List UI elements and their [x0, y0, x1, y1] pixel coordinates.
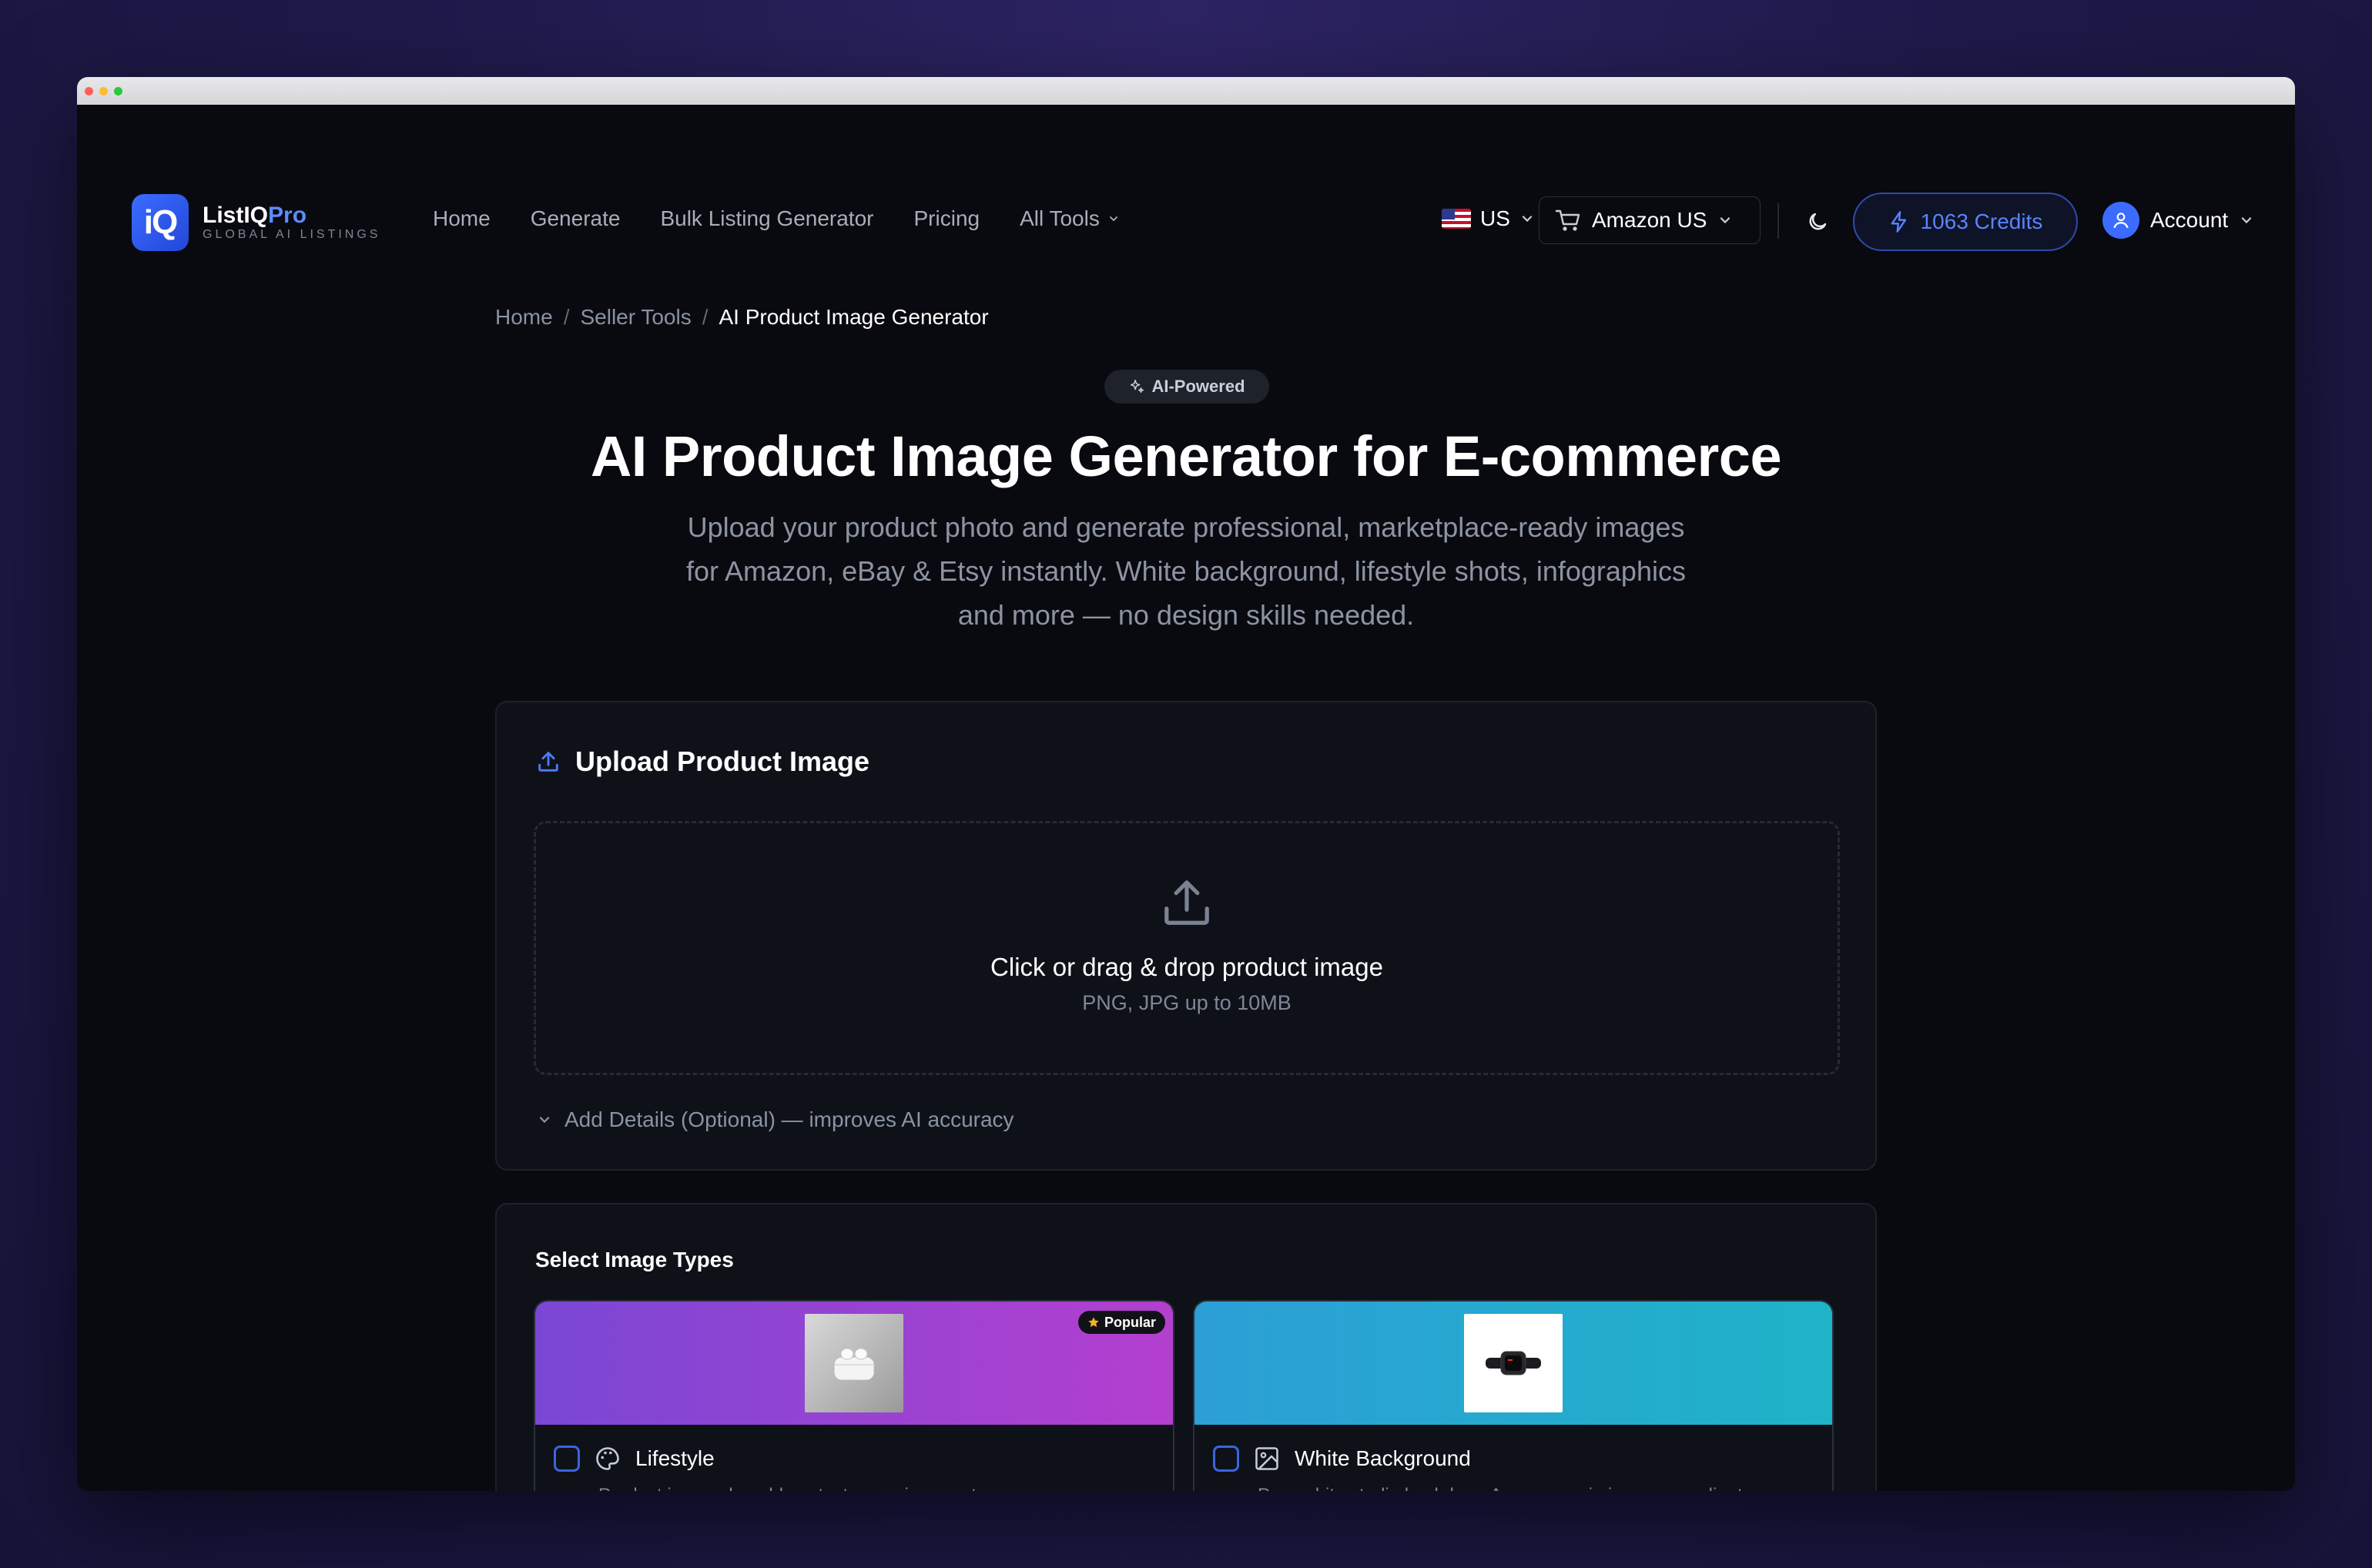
maximize-window-button[interactable]	[114, 86, 122, 95]
region-selector[interactable]: US	[1442, 206, 1535, 231]
add-details-toggle[interactable]: Add Details (Optional) — improves AI acc…	[537, 1107, 1014, 1132]
chevron-down-icon	[539, 1117, 550, 1124]
image-types-heading: Select Image Types	[535, 1248, 734, 1271]
shopping-cart-icon	[1555, 209, 1580, 231]
image-types-card: Select Image Types Popular Lifestyle Whi…	[495, 1203, 1877, 1491]
lifestyle-description: Product in a real-world context or envir…	[598, 1485, 977, 1491]
nav-link-home[interactable]: Home	[433, 206, 491, 231]
image-icon	[1255, 1447, 1278, 1470]
lifestyle-preview-image	[805, 1314, 903, 1412]
star-icon	[1088, 1317, 1099, 1328]
dropzone-instructions: Click or drag & drop product image	[990, 953, 1383, 981]
marketplace-selector[interactable]: Amazon US	[1539, 196, 1761, 244]
breadcrumb-current: AI Product Image Generator	[719, 305, 989, 329]
chevron-down-icon	[1720, 217, 1730, 224]
avatar	[2102, 202, 2139, 239]
smartwatch-icon	[1486, 1351, 1541, 1375]
add-details-label: Add Details (Optional) — improves AI acc…	[565, 1107, 1014, 1131]
browser-window: iQ ListIQPro GLOBAL AI LISTINGS Home Gen…	[77, 77, 2295, 1491]
top-navigation: iQ ListIQPro GLOBAL AI LISTINGS Home Gen…	[77, 105, 2295, 271]
close-window-button[interactable]	[85, 86, 93, 95]
brand-name: ListIQPro	[203, 203, 307, 228]
upload-icon	[1164, 880, 1209, 925]
nav-actions: US Amazon US 1063 Credits Account	[1217, 193, 2295, 251]
credits-button[interactable]: 1063 Credits	[1853, 193, 2078, 251]
nav-link-generate[interactable]: Generate	[531, 206, 621, 231]
nav-links: Home Generate Bulk Listing Generator Pri…	[433, 206, 1120, 231]
account-menu[interactable]: Account	[2102, 202, 2254, 239]
theme-toggle-button[interactable]	[1796, 200, 1839, 243]
page-title: AI Product Image Generator for E-commerc…	[590, 424, 1782, 488]
chevron-down-icon	[2242, 217, 2252, 224]
minimize-window-button[interactable]	[99, 86, 108, 95]
brand-suffix: Pro	[268, 203, 307, 228]
white-background-preview-banner	[1194, 1302, 1832, 1425]
nav-link-pricing[interactable]: Pricing	[914, 206, 980, 231]
ai-powered-badge: AI-Powered	[1104, 370, 1269, 404]
breadcrumb-home[interactable]: Home	[495, 305, 553, 330]
lightning-icon	[1891, 211, 1906, 233]
user-icon	[2113, 213, 2129, 229]
breadcrumb-seller-tools[interactable]: Seller Tools	[580, 305, 691, 330]
brand-logo[interactable]: iQ ListIQPro GLOBAL AI LISTINGS	[132, 194, 380, 251]
nav-divider	[1777, 203, 1779, 239]
credits-label: 1063 Credits	[1920, 209, 2043, 233]
logo-mark: iQ	[132, 194, 189, 251]
marketplace-label: Amazon US	[1592, 208, 1707, 232]
breadcrumb-separator: /	[702, 305, 709, 329]
breadcrumb: Home / Seller Tools / AI Product Image G…	[495, 305, 989, 330]
nav-link-all-tools[interactable]: All Tools	[1020, 206, 1120, 231]
white-background-option-row: White Background	[1213, 1445, 1471, 1473]
badge-label: AI-Powered	[1151, 377, 1245, 396]
upload-card-header: Upload Product Image	[535, 745, 869, 778]
earbuds-case-icon	[833, 1348, 875, 1381]
white-background-preview-image	[1464, 1314, 1563, 1412]
image-type-white-background[interactable]: White Background Pure white studio backd…	[1193, 1300, 1834, 1491]
account-label: Account	[2150, 208, 2229, 232]
page-subtitle: Upload your product photo and generate p…	[686, 511, 1686, 631]
popular-badge: Popular	[1077, 1311, 1165, 1334]
lifestyle-option-row: Lifestyle	[554, 1445, 715, 1473]
sparkles-icon	[1131, 380, 1144, 394]
moon-icon	[1809, 213, 1827, 230]
us-flag-icon	[1442, 209, 1471, 229]
lifestyle-label: Lifestyle	[635, 1446, 715, 1470]
upload-card: Upload Product Image Click or drag & dro…	[495, 701, 1877, 1171]
lifestyle-preview-banner: Popular	[535, 1302, 1173, 1425]
window-titlebar	[77, 77, 2295, 105]
chevron-down-icon	[1522, 216, 1533, 223]
white-background-description: Pure white studio backdrop, Amazon main …	[1258, 1485, 1743, 1491]
brand-tagline: GLOBAL AI LISTINGS	[203, 228, 381, 241]
chevron-down-icon	[1109, 216, 1117, 222]
dropzone-file-limits: PNG, JPG up to 10MB	[1082, 991, 1292, 1014]
lifestyle-checkbox[interactable]	[554, 1446, 580, 1472]
breadcrumb-separator: /	[563, 305, 570, 329]
white-background-checkbox[interactable]	[1213, 1446, 1239, 1472]
image-type-lifestyle[interactable]: Popular Lifestyle Product in a real-worl…	[534, 1300, 1174, 1491]
palette-icon	[596, 1447, 619, 1470]
nav-link-bulk-listing-generator[interactable]: Bulk Listing Generator	[660, 206, 873, 231]
image-dropzone[interactable]: Click or drag & drop product image PNG, …	[534, 821, 1840, 1075]
popular-badge-label: Popular	[1104, 1314, 1156, 1330]
region-code: US	[1480, 206, 1510, 230]
upload-icon	[538, 752, 558, 772]
white-background-label: White Background	[1295, 1446, 1471, 1470]
upload-heading: Upload Product Image	[575, 745, 870, 777]
all-tools-label: All Tools	[1020, 206, 1100, 230]
